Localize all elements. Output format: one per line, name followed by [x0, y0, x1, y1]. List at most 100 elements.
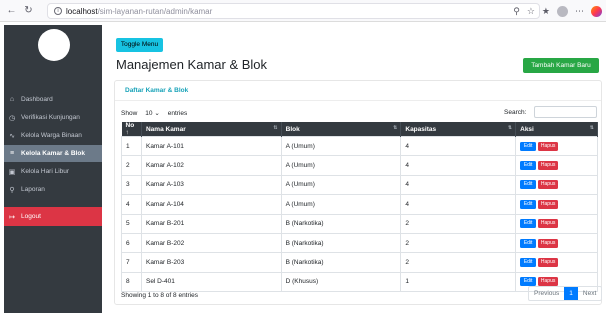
sort-icon: ⇅ — [393, 125, 398, 131]
toggle-menu-button[interactable]: Toggle Menu — [116, 38, 163, 52]
add-room-button[interactable]: Tambah Kamar Baru — [523, 58, 599, 73]
cell-aksi: Edit Hapus — [515, 252, 598, 273]
column-header-nama[interactable]: Nama Kamar ⇅ — [141, 122, 282, 137]
pagination: Previous 1 Next — [528, 286, 603, 301]
edit-button[interactable]: Edit — [520, 161, 537, 171]
cell-no: 4 — [121, 194, 142, 215]
bookmark-star-icon[interactable]: ☆ — [527, 6, 535, 17]
entries-label: entries — [167, 109, 188, 117]
cell-kapasitas: 4 — [400, 155, 517, 176]
sidebar-item-warga-binaan[interactable]: ∿ Kelola Warga Binaan — [4, 127, 102, 144]
cell-nama-kamar: Kamar B-203 — [141, 252, 282, 273]
sort-asc-icon: ↑ — [125, 129, 129, 136]
cell-blok: B (Narkotika) — [281, 232, 402, 253]
sidebar-item-label: Kelola Hari Libur — [21, 168, 70, 175]
edit-button[interactable]: Edit — [520, 180, 537, 190]
delete-button[interactable]: Hapus — [538, 258, 559, 268]
sidebar-item-label: Kelola Kamar & Blok — [21, 150, 85, 157]
cell-kapasitas: 4 — [400, 174, 517, 195]
browser-actions: ⚲ ☆ ★ ⋯ — [513, 4, 602, 18]
rooms-table: No ↑ Nama Kamar ⇅ Blok ⇅ Kapasitas ⇅ Aksi ⇅ … — [121, 122, 598, 293]
edit-button[interactable]: Edit — [520, 199, 537, 209]
cell-nama-kamar: Kamar B-201 — [141, 213, 282, 234]
page-1-button[interactable]: 1 — [564, 287, 578, 300]
sidebar-item-label: Kelola Warga Binaan — [21, 132, 82, 139]
page-title: Manajemen Kamar & Blok — [116, 57, 268, 72]
overflow-menu-icon[interactable]: ⋯ — [575, 6, 584, 17]
table-row: 6 Kamar B-202 B (Narkotika) 2 Edit Hapus — [121, 232, 598, 253]
address-bar[interactable]: i localhost/sim-layanan-rutan/admin/kama… — [47, 3, 540, 19]
cell-kapasitas: 2 — [400, 213, 517, 234]
cell-aksi: Edit Hapus — [515, 213, 598, 234]
cell-kapasitas: 1 — [400, 271, 517, 293]
delete-button[interactable]: Hapus — [538, 141, 559, 151]
table-row: 7 Kamar B-203 B (Narkotika) 2 Edit Hapus — [121, 252, 598, 273]
zoom-icon[interactable]: ⚲ — [513, 6, 520, 17]
delete-button[interactable]: Hapus — [538, 199, 559, 209]
cell-no: 6 — [121, 232, 142, 253]
logout-label: Logout — [21, 213, 41, 220]
room-list-card: Daftar Kamar & Blok Show 10 ⌄ entries Se… — [114, 80, 603, 305]
column-header-kapasitas[interactable]: Kapasitas ⇅ — [400, 122, 517, 137]
column-header-aksi[interactable]: Aksi ⇅ — [515, 122, 598, 137]
sidebar-item-hari-libur[interactable]: ▣ Kelola Hari Libur — [4, 163, 102, 180]
previous-page-button[interactable]: Previous — [529, 287, 564, 300]
reload-icon[interactable]: ↻ — [23, 5, 34, 16]
site-info-icon[interactable]: i — [54, 7, 62, 15]
cell-blok: A (Umum) — [281, 194, 402, 215]
page-length-control: Show 10 ⌄ entries — [121, 108, 187, 118]
cell-blok: D (Khusus) — [281, 271, 402, 293]
search-input[interactable] — [534, 106, 597, 118]
sidebar-item-laporan[interactable]: ⚲ Laporan — [4, 181, 102, 198]
url-host: localhost — [66, 6, 98, 16]
firefox-icon — [591, 5, 602, 17]
table-row: 3 Kamar A-103 A (Umum) 4 Edit Hapus — [121, 174, 598, 195]
sort-icon: ⇅ — [589, 125, 594, 131]
sidebar-item-label: Laporan — [21, 186, 45, 193]
card-title: Daftar Kamar & Blok — [125, 87, 189, 94]
delete-button[interactable]: Hapus — [538, 180, 559, 190]
table-row: 8 Sel D-401 D (Khusus) 1 Edit Hapus — [121, 271, 598, 293]
column-header-no[interactable]: No ↑ — [121, 122, 142, 137]
sidebar: ⌂ Dashboard ◷ Verifikasi Kunjungan ∿ Kel… — [4, 25, 102, 313]
cell-blok: A (Umum) — [281, 174, 402, 195]
table-info: Showing 1 to 8 of 8 entries — [121, 292, 198, 299]
cell-nama-kamar: Sel D-401 — [141, 271, 282, 293]
chevron-down-icon: ⌄ — [154, 110, 160, 117]
edit-button[interactable]: Edit — [520, 219, 537, 229]
column-header-blok[interactable]: Blok ⇅ — [281, 122, 402, 137]
delete-button[interactable]: Hapus — [538, 161, 559, 171]
delete-button[interactable]: Hapus — [538, 238, 559, 248]
sidebar-item-label: Verifikasi Kunjungan — [21, 114, 80, 121]
next-page-button[interactable]: Next — [578, 287, 601, 300]
bookmarks-list-icon[interactable]: ★ — [542, 6, 550, 17]
sidebar-item-verifikasi[interactable]: ◷ Verifikasi Kunjungan — [4, 109, 102, 126]
show-label: Show — [121, 109, 138, 117]
logout-button[interactable]: ↦ Logout — [4, 207, 102, 226]
search-icon: ⚲ — [9, 186, 15, 194]
edit-button[interactable]: Edit — [520, 238, 537, 248]
cell-no: 8 — [121, 271, 142, 293]
edit-button[interactable]: Edit — [520, 258, 537, 268]
cell-no: 7 — [121, 252, 142, 273]
cell-no: 3 — [121, 174, 142, 195]
table-header-row: No ↑ Nama Kamar ⇅ Blok ⇅ Kapasitas ⇅ Aksi ⇅ — [121, 122, 598, 137]
back-arrow-icon[interactable]: ← — [6, 5, 17, 16]
sidebar-item-kamar-blok[interactable]: ≡ Kelola Kamar & Blok — [4, 145, 102, 162]
cell-nama-kamar: Kamar A-104 — [141, 194, 282, 215]
delete-button[interactable]: Hapus — [538, 219, 559, 229]
account-icon[interactable] — [557, 5, 568, 17]
page-length-select[interactable]: 10 ⌄ — [141, 108, 164, 118]
edit-button[interactable]: Edit — [520, 141, 537, 151]
cell-blok: B (Narkotika) — [281, 252, 402, 273]
cell-blok: A (Umum) — [281, 155, 402, 176]
table-row: 4 Kamar A-104 A (Umum) 4 Edit Hapus — [121, 194, 598, 215]
cell-aksi: Edit Hapus — [515, 232, 598, 253]
cell-aksi: Edit Hapus — [515, 135, 598, 156]
cell-no: 2 — [121, 155, 142, 176]
table-row: 5 Kamar B-201 B (Narkotika) 2 Edit Hapus — [121, 213, 598, 234]
sidebar-item-dashboard[interactable]: ⌂ Dashboard — [4, 91, 102, 108]
logo — [38, 29, 70, 61]
search-label: Search: — [504, 109, 527, 116]
cell-nama-kamar: Kamar A-103 — [141, 174, 282, 195]
